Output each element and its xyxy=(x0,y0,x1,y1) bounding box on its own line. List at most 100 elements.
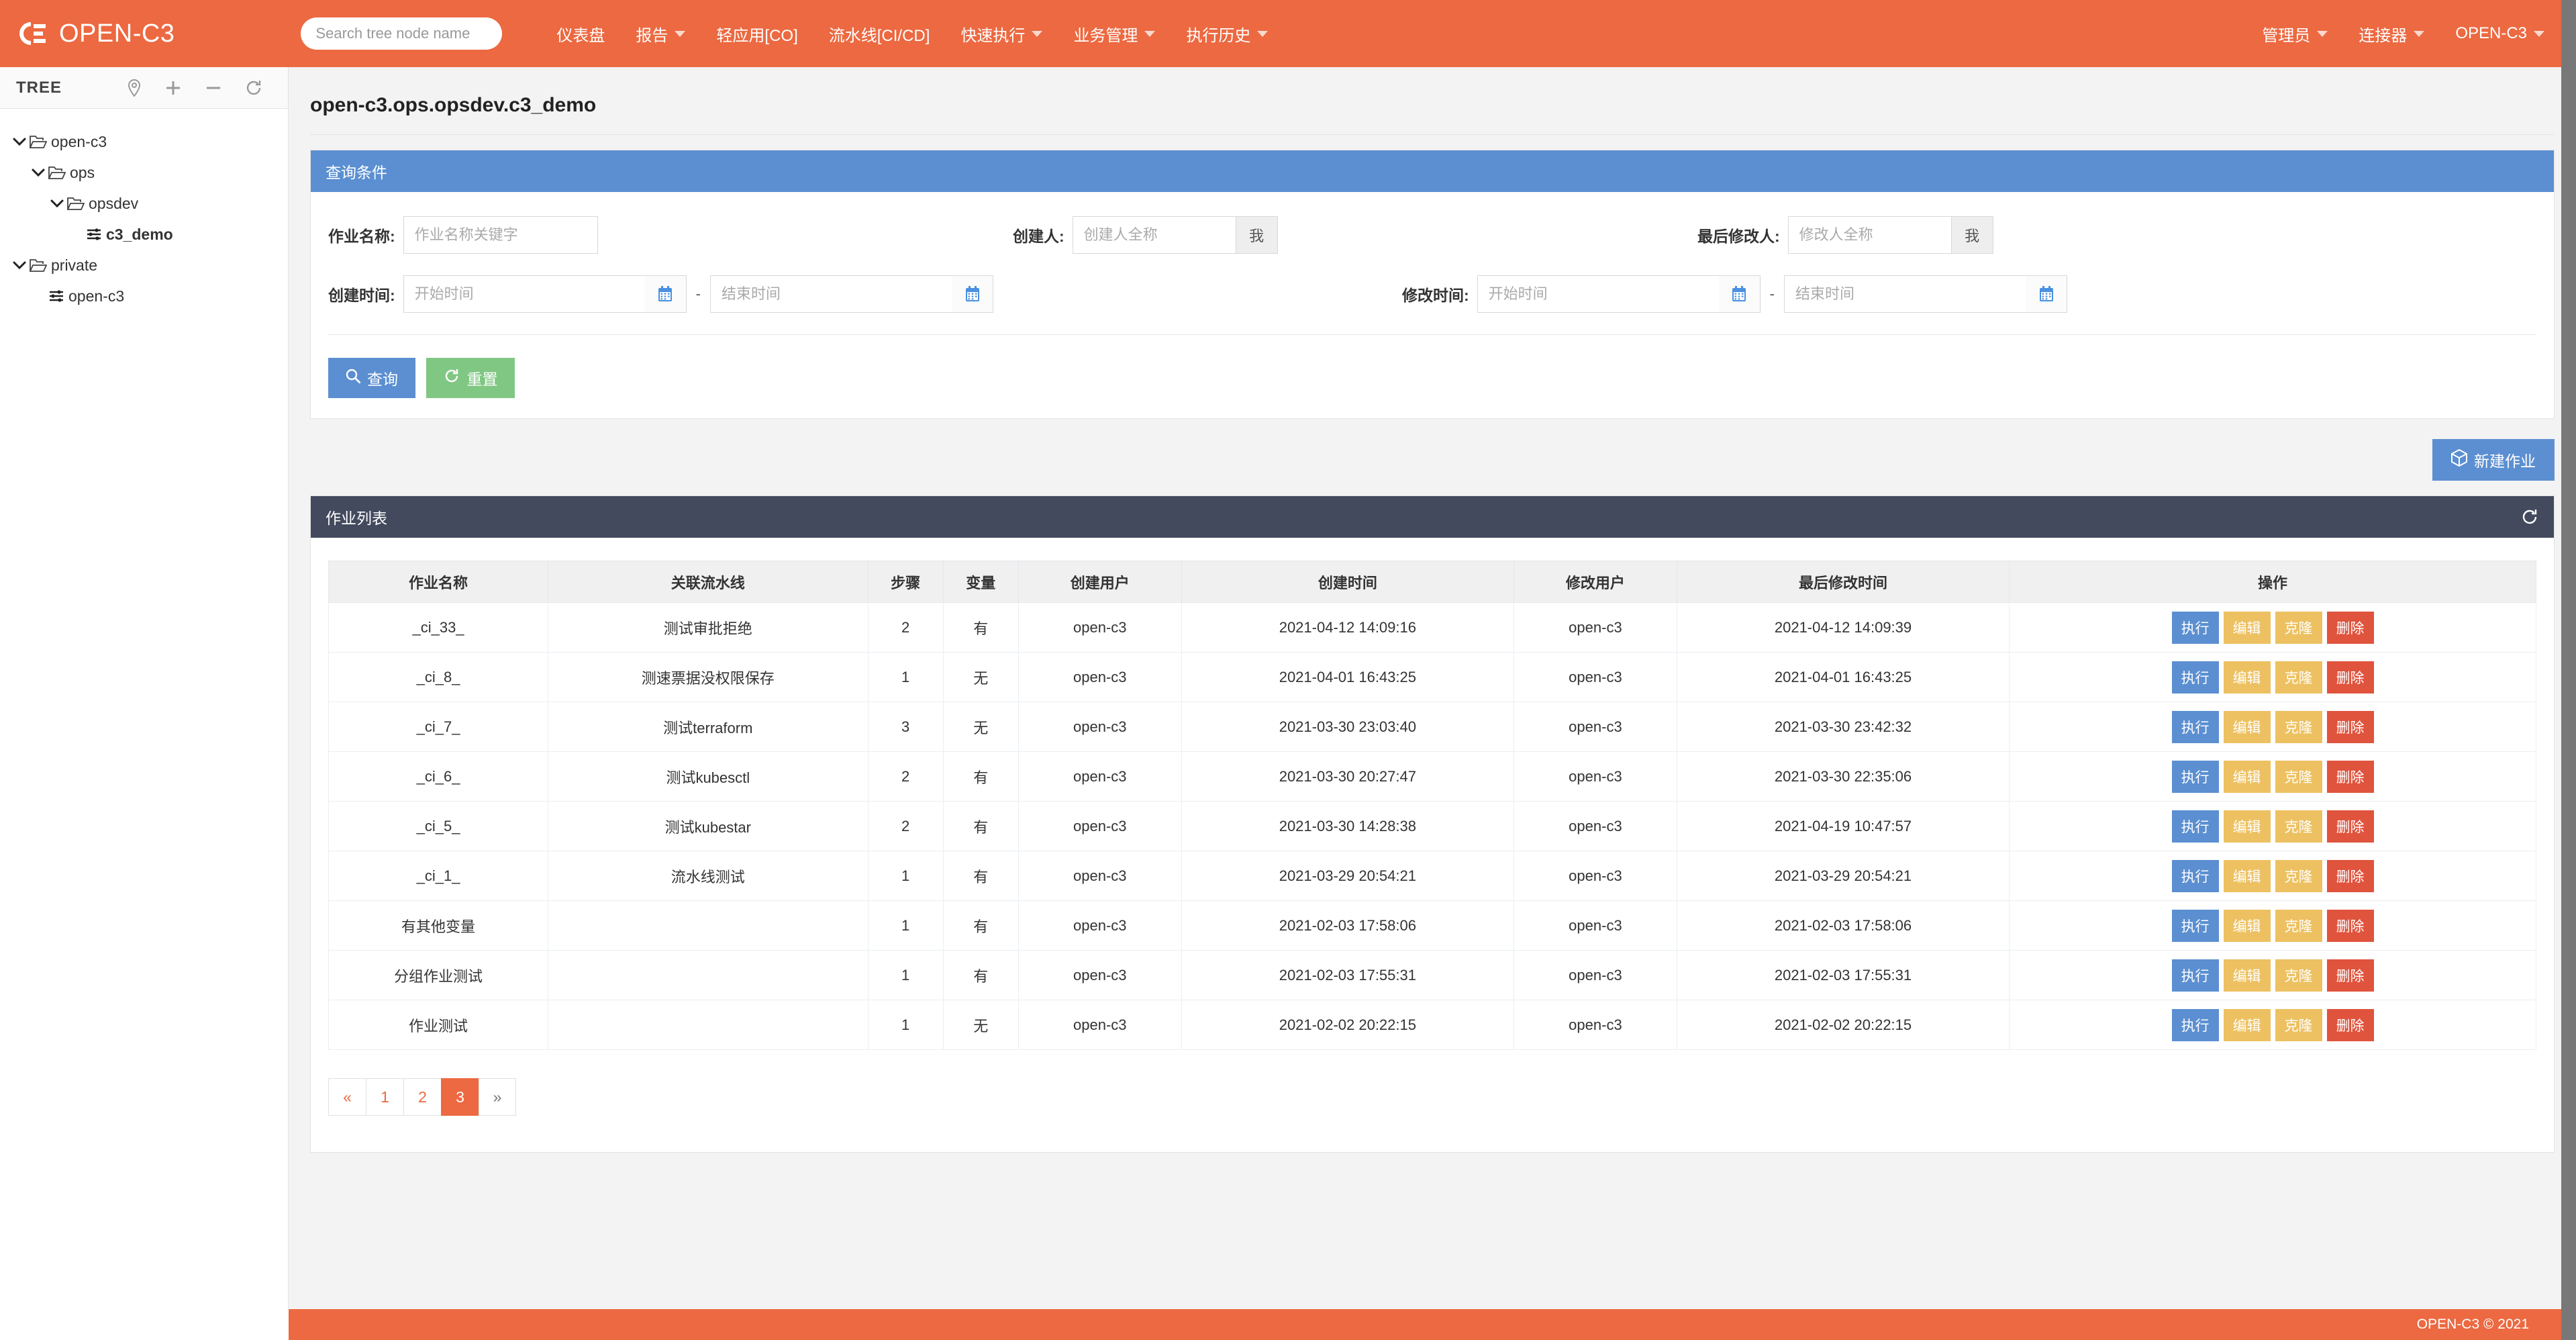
refresh-icon[interactable] xyxy=(245,79,262,97)
tree-node[interactable]: open-c3 xyxy=(0,126,288,157)
cell-vars: 无 xyxy=(943,702,1018,752)
search-input[interactable] xyxy=(301,17,502,50)
nav-item-label: 报告 xyxy=(636,22,668,46)
cell-name: _ci_1_ xyxy=(329,851,548,901)
action-run-button[interactable]: 执行 xyxy=(2172,860,2219,892)
cell-vars: 无 xyxy=(943,653,1018,702)
action-del-button[interactable]: 删除 xyxy=(2327,810,2374,843)
chevron-down-icon xyxy=(675,31,685,37)
pagination-page[interactable]: 2 xyxy=(403,1078,441,1116)
action-del-button[interactable]: 删除 xyxy=(2327,910,2374,942)
action-del-button[interactable]: 删除 xyxy=(2327,711,2374,743)
nav-item[interactable]: 快速执行 xyxy=(945,0,1058,67)
action-edit-button[interactable]: 编辑 xyxy=(2224,1009,2271,1041)
table-row: _ci_8_测速票据没权限保存1无open-c32021-04-01 16:43… xyxy=(329,653,2536,702)
creator-input[interactable] xyxy=(1073,216,1236,254)
cell-created: 2021-03-30 23:03:40 xyxy=(1181,702,1514,752)
action-edit-button[interactable]: 编辑 xyxy=(2224,959,2271,992)
creator-me-button[interactable]: 我 xyxy=(1236,216,1278,254)
pagination-page[interactable]: 1 xyxy=(366,1078,403,1116)
action-run-button[interactable]: 执行 xyxy=(2172,959,2219,992)
tree-node[interactable]: ops xyxy=(0,157,288,188)
action-run-button[interactable]: 执行 xyxy=(2172,661,2219,693)
modifier-me-button[interactable]: 我 xyxy=(1952,216,1993,254)
nav-item[interactable]: 业务管理 xyxy=(1058,0,1171,67)
action-del-button[interactable]: 删除 xyxy=(2327,1009,2374,1041)
nav-right-item[interactable]: OPEN-C3 xyxy=(2440,0,2560,67)
action-clone-button[interactable]: 克隆 xyxy=(2275,810,2322,843)
action-run-button[interactable]: 执行 xyxy=(2172,612,2219,644)
nav-item[interactable]: 轻应用[CO] xyxy=(701,0,813,67)
tree-node[interactable]: c3_demo xyxy=(0,219,288,250)
action-del-button[interactable]: 删除 xyxy=(2327,860,2374,892)
calendar-icon[interactable] xyxy=(1719,275,1761,313)
tree-node[interactable]: open-c3 xyxy=(0,281,288,312)
action-clone-button[interactable]: 克隆 xyxy=(2275,612,2322,644)
brand[interactable]: OPEN-C3 xyxy=(17,19,175,48)
create-time-start-input[interactable] xyxy=(403,275,645,313)
modify-time-start-input[interactable] xyxy=(1477,275,1719,313)
nav-item[interactable]: 执行历史 xyxy=(1171,0,1283,67)
tree-node[interactable]: opsdev xyxy=(0,188,288,219)
nav-item[interactable]: 报告 xyxy=(620,0,701,67)
modify-time-end-input[interactable] xyxy=(1784,275,2026,313)
action-clone-button[interactable]: 克隆 xyxy=(2275,860,2322,892)
action-run-button[interactable]: 执行 xyxy=(2172,761,2219,793)
action-clone-button[interactable]: 克隆 xyxy=(2275,661,2322,693)
cell-created: 2021-02-03 17:58:06 xyxy=(1181,901,1514,951)
action-edit-button[interactable]: 编辑 xyxy=(2224,810,2271,843)
calendar-icon[interactable] xyxy=(2026,275,2067,313)
action-del-button[interactable]: 删除 xyxy=(2327,661,2374,693)
chevron-down-icon xyxy=(9,260,30,270)
action-clone-button[interactable]: 克隆 xyxy=(2275,959,2322,992)
job-list-body: 作业名称关联流水线步骤变量创建用户创建时间修改用户最后修改时间操作 _ci_33… xyxy=(311,538,2554,1152)
cell-steps: 1 xyxy=(868,851,943,901)
page-scrollbar[interactable] xyxy=(2561,0,2576,1340)
reset-button[interactable]: 重置 xyxy=(426,358,515,398)
action-edit-button[interactable]: 编辑 xyxy=(2224,661,2271,693)
nav-item[interactable]: 流水线[CI/CD] xyxy=(813,0,946,67)
action-clone-button[interactable]: 克隆 xyxy=(2275,1009,2322,1041)
cell-modified: 2021-03-29 20:54:21 xyxy=(1677,851,2009,901)
row-action-buttons: 执行编辑克隆删除 xyxy=(2010,959,2535,992)
action-edit-button[interactable]: 编辑 xyxy=(2224,711,2271,743)
nav-right-item[interactable]: 连接器 xyxy=(2343,0,2440,67)
search-button[interactable]: 查询 xyxy=(328,358,415,398)
action-del-button[interactable]: 删除 xyxy=(2327,612,2374,644)
action-edit-button[interactable]: 编辑 xyxy=(2224,860,2271,892)
action-run-button[interactable]: 执行 xyxy=(2172,810,2219,843)
action-del-button[interactable]: 删除 xyxy=(2327,761,2374,793)
cell-creator: open-c3 xyxy=(1018,1000,1181,1050)
action-run-button[interactable]: 执行 xyxy=(2172,1009,2219,1041)
nav-right-item[interactable]: 管理员 xyxy=(2246,0,2343,67)
action-edit-button[interactable]: 编辑 xyxy=(2224,761,2271,793)
action-edit-button[interactable]: 编辑 xyxy=(2224,910,2271,942)
action-clone-button[interactable]: 克隆 xyxy=(2275,711,2322,743)
pagination-next[interactable]: » xyxy=(479,1078,516,1116)
calendar-icon[interactable] xyxy=(645,275,687,313)
table-column-header: 操作 xyxy=(2010,561,2536,603)
action-run-button[interactable]: 执行 xyxy=(2172,910,2219,942)
nav-item[interactable]: 仪表盘 xyxy=(541,0,620,67)
action-clone-button[interactable]: 克隆 xyxy=(2275,910,2322,942)
action-clone-button[interactable]: 克隆 xyxy=(2275,761,2322,793)
modifier-input[interactable] xyxy=(1788,216,1952,254)
action-edit-button[interactable]: 编辑 xyxy=(2224,612,2271,644)
nav-menu: 仪表盘 报告 轻应用[CO]流水线[CI/CD]快速执行业务管理执行历史 xyxy=(541,0,1283,67)
calendar-icon[interactable] xyxy=(952,275,993,313)
pagination: «123» xyxy=(328,1078,2554,1116)
table-row: _ci_1_流水线测试1有open-c32021-03-29 20:54:21o… xyxy=(329,851,2536,901)
refresh-icon[interactable] xyxy=(2520,508,2539,526)
action-run-button[interactable]: 执行 xyxy=(2172,711,2219,743)
location-icon[interactable] xyxy=(127,79,142,97)
pagination-prev[interactable]: « xyxy=(328,1078,366,1116)
nav-item-label: 仪表盘 xyxy=(556,22,605,46)
action-del-button[interactable]: 删除 xyxy=(2327,959,2374,992)
tree-node[interactable]: private xyxy=(0,250,288,281)
new-job-button[interactable]: 新建作业 xyxy=(2432,439,2555,481)
pagination-page[interactable]: 3 xyxy=(441,1078,479,1116)
create-time-end-input[interactable] xyxy=(710,275,952,313)
plus-icon[interactable] xyxy=(164,79,182,97)
minus-icon[interactable] xyxy=(205,79,222,97)
job-name-input[interactable] xyxy=(403,216,598,254)
